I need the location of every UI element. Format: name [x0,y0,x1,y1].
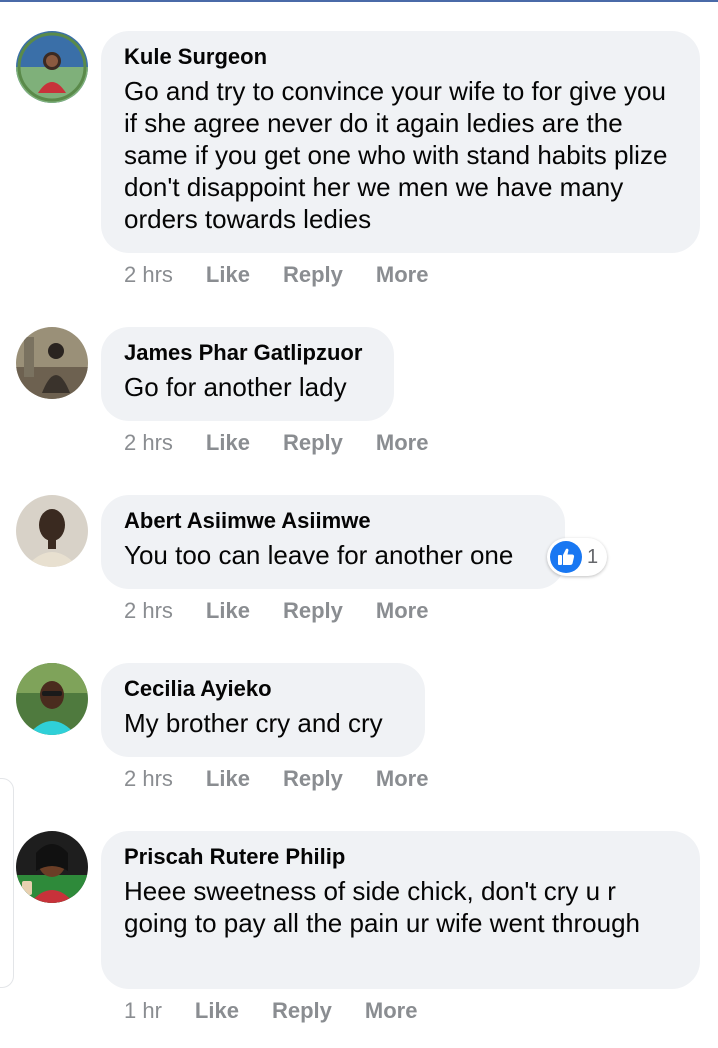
reaction-summary[interactable]: 1 [547,538,607,576]
comment-author[interactable]: Cecilia Ayieko [124,675,403,703]
comment-text: Go and try to convince your wife to for … [124,76,668,234]
like-button[interactable]: Like [206,429,250,457]
comment-bubble: Priscah Rutere Philip Heee sweetness of … [101,831,700,989]
comment-bubble: Kule Surgeon Go and try to convince your… [101,31,700,253]
comment-bubble: Cecilia Ayieko My brother cry and cry [101,663,425,757]
avatar[interactable] [16,495,88,567]
more-button[interactable]: More [376,261,429,289]
comment-bubble: Abert Asiimwe Asiimwe You too can leave … [101,495,565,589]
comment-actions: 2 hrs Like Reply More [124,429,461,457]
comment-timestamp[interactable]: 2 hrs [124,261,173,289]
comment-timestamp[interactable]: 2 hrs [124,597,173,625]
comment-timestamp[interactable]: 2 hrs [124,765,173,793]
avatar[interactable] [16,31,88,103]
top-divider [0,0,718,2]
reply-button[interactable]: Reply [283,429,343,457]
comment-timestamp[interactable]: 1 hr [124,997,162,1025]
comment-actions: 1 hr Like Reply More [124,997,450,1025]
avatar[interactable] [16,327,88,399]
reply-button[interactable]: Reply [283,597,343,625]
more-button[interactable]: More [365,997,418,1025]
comment-author[interactable]: James Phar Gatlipzuor [124,339,372,367]
side-panel-edge [0,778,14,988]
like-button[interactable]: Like [206,597,250,625]
comment-text: My brother cry and cry [124,708,383,738]
more-button[interactable]: More [376,597,429,625]
more-button[interactable]: More [376,765,429,793]
comment-text: Heee sweetness of side chick, don't cry … [124,876,641,938]
reply-button[interactable]: Reply [272,997,332,1025]
like-button[interactable]: Like [195,997,239,1025]
comment-actions: 2 hrs Like Reply More [124,765,461,793]
avatar[interactable] [16,663,88,735]
reply-button[interactable]: Reply [283,261,343,289]
like-button[interactable]: Like [206,261,250,289]
more-button[interactable]: More [376,429,429,457]
comment-actions: 2 hrs Like Reply More [124,597,461,625]
comment-bubble: James Phar Gatlipzuor Go for another lad… [101,327,394,421]
comment-timestamp[interactable]: 2 hrs [124,429,173,457]
avatar[interactable] [16,831,88,903]
comment-author[interactable]: Abert Asiimwe Asiimwe [124,507,543,535]
comment-actions: 2 hrs Like Reply More [124,261,461,289]
comment-text: You too can leave for another one [124,540,514,570]
reply-button[interactable]: Reply [283,765,343,793]
comment-text: Go for another lady [124,372,347,402]
reaction-count: 1 [587,545,599,568]
comment-author[interactable]: Priscah Rutere Philip [124,843,678,871]
comment-author[interactable]: Kule Surgeon [124,43,678,71]
thumbs-up-icon [550,541,582,573]
like-button[interactable]: Like [206,765,250,793]
